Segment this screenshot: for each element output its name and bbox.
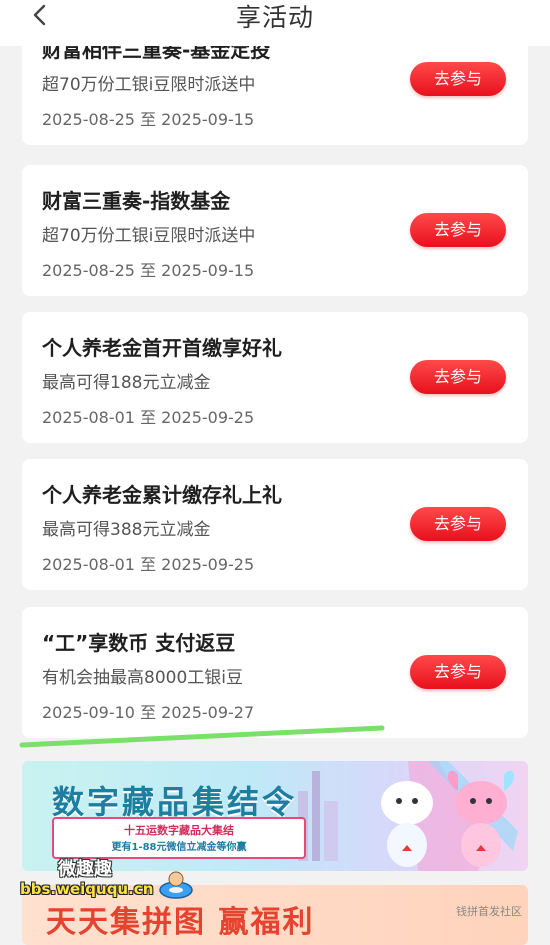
swim-ring-icon	[159, 871, 193, 899]
highlight-stroke	[19, 725, 385, 748]
activity-desc: 超70万份工银i豆限时派送中	[42, 226, 256, 246]
activity-desc: 超70万份工银i豆限时派送中	[42, 75, 256, 95]
banner-tag: 钱拼首发社区	[456, 905, 522, 918]
activity-title: 个人养老金首开首缴享好礼	[42, 336, 282, 360]
activity-title: “工”享数币 支付返豆	[42, 631, 236, 655]
activity-title: 财富三重奏-指数基金	[42, 189, 231, 213]
watermark-name: 微趣趣	[58, 859, 112, 880]
join-button[interactable]: 去参与	[410, 213, 506, 247]
activity-title: 个人养老金累计缴存礼上礼	[42, 483, 282, 507]
mascot-pink-illustration	[447, 770, 515, 867]
banner-subtitle: 十五运数字藏品大集结	[124, 824, 234, 837]
watermark-url: bbs.weiququ.cn	[20, 880, 154, 898]
page-title: 享活动	[235, 3, 314, 32]
join-button[interactable]: 去参与	[410, 655, 506, 689]
app-header: 享活动	[0, 0, 550, 46]
join-button[interactable]: 去参与	[410, 62, 506, 96]
activity-desc: 最高可得388元立减金	[42, 520, 211, 540]
join-button[interactable]: 去参与	[410, 507, 506, 541]
banner-subtitle-2: 更有1-88元微信立减金等你赢	[111, 842, 247, 853]
activity-date: 2025-08-25 至 2025-09-15	[42, 110, 255, 129]
activity-card[interactable]: 个人养老金累计缴存礼上礼 最高可得388元立减金 2025-08-01 至 20…	[22, 459, 528, 590]
activity-card[interactable]: 财富三重奏-指数基金 超70万份工银i豆限时派送中 2025-08-25 至 2…	[22, 165, 528, 296]
activity-card[interactable]: 个人养老金首开首缴享好礼 最高可得188元立减金 2025-08-01 至 20…	[22, 312, 528, 443]
activity-desc: 有机会抽最高8000工银i豆	[42, 668, 243, 688]
banner-title: 天天集拼图 赢福利	[46, 905, 315, 940]
banner-subtitle-box: 十五运数字藏品大集结 更有1-88元微信立减金等你赢	[52, 817, 306, 859]
activity-desc: 最高可得188元立减金	[42, 373, 211, 393]
join-button[interactable]: 去参与	[410, 360, 506, 394]
activity-date: 2025-08-25 至 2025-09-15	[42, 261, 255, 280]
activity-date: 2025-08-01 至 2025-09-25	[42, 408, 255, 427]
activity-date: 2025-08-01 至 2025-09-25	[42, 555, 255, 574]
